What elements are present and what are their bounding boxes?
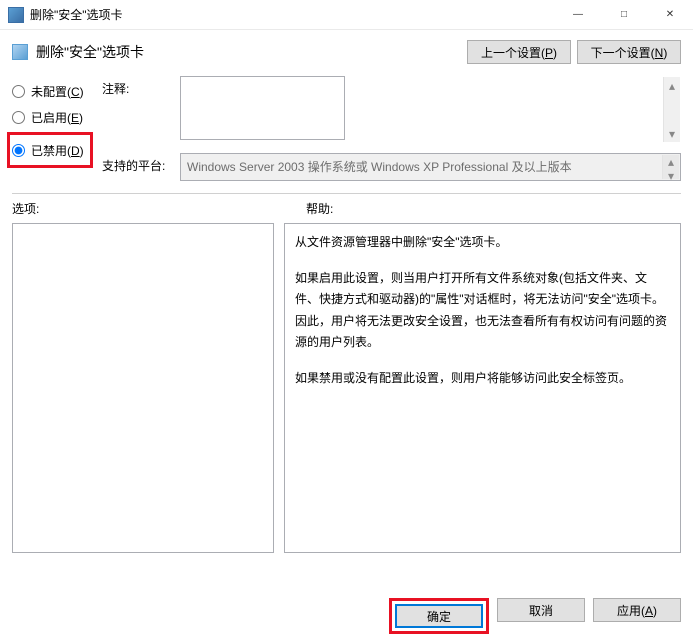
radio-label: 已禁用(D) bbox=[31, 142, 84, 159]
radio-not-configured[interactable]: 未配置(C) bbox=[12, 78, 102, 104]
platform-label: 支持的平台: bbox=[102, 153, 172, 174]
platform-row: 支持的平台: Windows Server 2003 操作系统或 Windows… bbox=[102, 153, 681, 181]
minimize-button[interactable]: — bbox=[555, 0, 601, 30]
labels-row: 选项: 帮助: bbox=[0, 200, 693, 217]
button-label: 应用(A) bbox=[617, 604, 657, 618]
policy-title: 删除"安全"选项卡 bbox=[36, 42, 461, 62]
button-label: 下一个设置(N) bbox=[591, 46, 668, 60]
help-pane[interactable]: 从文件资源管理器中删除"安全"选项卡。 如果启用此设置，则当用户打开所有文件系统… bbox=[284, 223, 681, 553]
radio-label: 已启用(E) bbox=[31, 109, 83, 126]
comment-wrapper: ▴ ▾ bbox=[180, 76, 681, 143]
previous-setting-button[interactable]: 上一个设置(P) bbox=[467, 40, 571, 64]
divider bbox=[12, 193, 681, 194]
cancel-button[interactable]: 取消 bbox=[497, 598, 585, 622]
comment-row: 注释: ▴ ▾ bbox=[102, 76, 681, 143]
scroll-up-icon[interactable]: ▴ bbox=[664, 77, 680, 94]
config-right: 注释: ▴ ▾ 支持的平台: Windows Server 2003 操作系统或… bbox=[102, 76, 681, 181]
ok-button[interactable]: 确定 bbox=[395, 604, 483, 628]
titlebar: 删除"安全"选项卡 — □ ✕ bbox=[0, 0, 693, 30]
button-label: 上一个设置(P) bbox=[481, 46, 557, 60]
radio-input[interactable] bbox=[12, 144, 25, 157]
radio-label: 未配置(C) bbox=[31, 83, 84, 100]
platform-text: Windows Server 2003 操作系统或 Windows XP Pro… bbox=[187, 160, 572, 174]
help-paragraph-2: 如果启用此设置，则当用户打开所有文件系统对象(包括文件夹、文件、快捷方式和驱动器… bbox=[295, 268, 670, 354]
scrollbar: ▴ ▾ bbox=[662, 155, 679, 179]
apply-button[interactable]: 应用(A) bbox=[593, 598, 681, 622]
help-paragraph-3: 如果禁用或没有配置此设置，则用户将能够访问此安全标签页。 bbox=[295, 368, 670, 390]
radio-disabled[interactable]: 已禁用(D) bbox=[12, 137, 88, 163]
radio-input[interactable] bbox=[12, 85, 25, 98]
radio-group: 未配置(C) 已启用(E) 已禁用(D) bbox=[12, 76, 102, 181]
scroll-down-icon: ▾ bbox=[663, 169, 679, 183]
policy-icon bbox=[12, 44, 28, 60]
platform-value: Windows Server 2003 操作系统或 Windows XP Pro… bbox=[180, 153, 681, 181]
help-paragraph-1: 从文件资源管理器中删除"安全"选项卡。 bbox=[295, 232, 670, 254]
highlight-ok: 确定 bbox=[389, 598, 489, 634]
maximize-button[interactable]: □ bbox=[601, 0, 647, 30]
panes: 从文件资源管理器中删除"安全"选项卡。 如果启用此设置，则当用户打开所有文件系统… bbox=[0, 217, 693, 553]
options-pane bbox=[12, 223, 274, 553]
app-icon bbox=[8, 7, 24, 23]
radio-input[interactable] bbox=[12, 111, 25, 124]
help-label: 帮助: bbox=[306, 200, 681, 217]
scroll-up-icon: ▴ bbox=[663, 155, 679, 169]
comment-label: 注释: bbox=[102, 76, 172, 97]
comment-textarea[interactable] bbox=[180, 76, 345, 140]
scroll-track[interactable] bbox=[664, 94, 680, 125]
scrollbar[interactable]: ▴ ▾ bbox=[663, 77, 680, 142]
window-controls: — □ ✕ bbox=[555, 0, 693, 30]
close-button[interactable]: ✕ bbox=[647, 0, 693, 30]
config-area: 未配置(C) 已启用(E) 已禁用(D) 注释: ▴ ▾ bbox=[0, 72, 693, 181]
scroll-down-icon[interactable]: ▾ bbox=[664, 125, 680, 142]
next-setting-button[interactable]: 下一个设置(N) bbox=[577, 40, 681, 64]
options-label: 选项: bbox=[12, 200, 306, 217]
radio-enabled[interactable]: 已启用(E) bbox=[12, 104, 102, 130]
footer: 确定 取消 应用(A) bbox=[389, 598, 681, 634]
window-title: 删除"安全"选项卡 bbox=[30, 6, 555, 23]
header-row: 删除"安全"选项卡 上一个设置(P) 下一个设置(N) bbox=[0, 30, 693, 72]
highlight-disabled: 已禁用(D) bbox=[7, 132, 93, 168]
